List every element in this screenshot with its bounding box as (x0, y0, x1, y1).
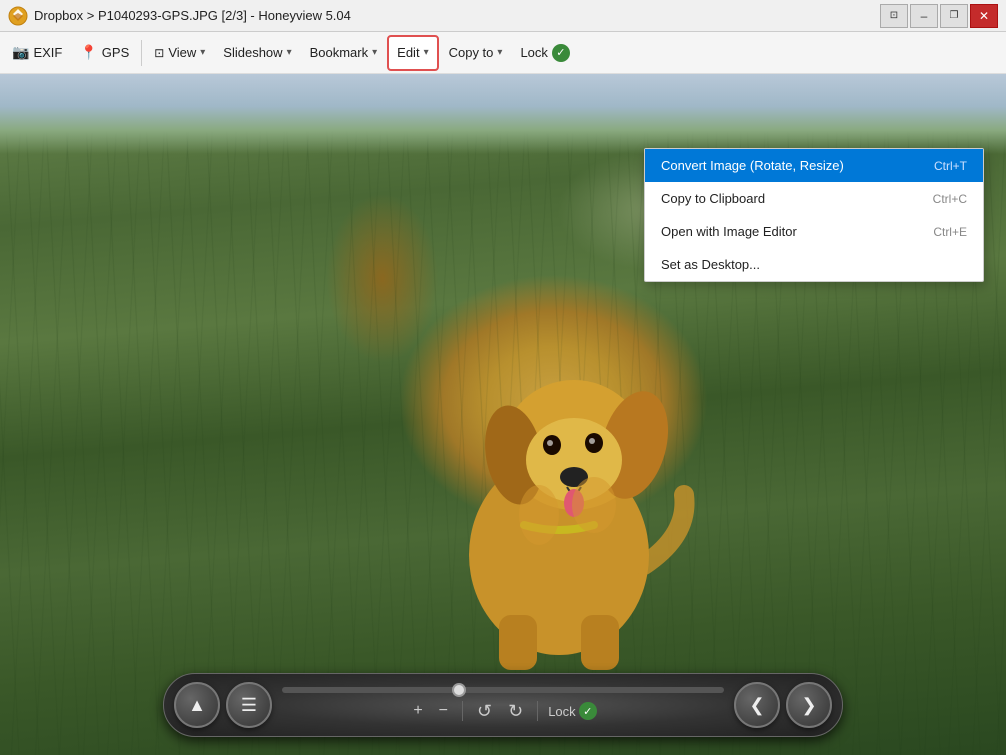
bookmark-label: Bookmark (310, 45, 369, 60)
menu-edit[interactable]: Edit ▾ (389, 37, 436, 69)
rotate-right-button[interactable]: ↻ (504, 699, 527, 724)
image-area: Convert Image (Rotate, Resize) Ctrl+T Co… (0, 74, 1006, 755)
view-icon: ⊡ (154, 46, 164, 60)
copy-clipboard-shortcut: Ctrl+C (933, 192, 967, 206)
restore-button[interactable]: ❐ (940, 4, 968, 28)
convert-shortcut: Ctrl+T (934, 159, 967, 173)
title-bar-controls: ⊡ – ❐ ✕ (880, 4, 998, 28)
menu-copyto[interactable]: Copy to ▾ (441, 37, 511, 69)
copyto-arrow-icon: ▾ (497, 47, 502, 58)
minimize-button[interactable]: – (910, 4, 938, 28)
lock-status: Lock ✓ (548, 702, 596, 720)
menu-view[interactable]: ⊡ View ▾ (146, 37, 213, 69)
zoom-in-button[interactable]: + (409, 700, 426, 722)
edit-arrow-icon: ▾ (424, 47, 429, 58)
copyto-label: Copy to (449, 45, 494, 60)
menu-bookmark[interactable]: Bookmark ▾ (302, 37, 386, 69)
set-desktop-label: Set as Desktop... (661, 257, 760, 272)
prev-icon: ❮ (749, 695, 764, 716)
menu-item-open-editor[interactable]: Open with Image Editor Ctrl+E (645, 215, 983, 248)
menu-slideshow[interactable]: Slideshow ▾ (215, 37, 299, 69)
zoom-slider-thumb[interactable] (452, 683, 466, 697)
toolbar-divider-1 (462, 701, 463, 721)
menu-gps[interactable]: 📍 GPS (72, 37, 137, 69)
slideshow-label: Slideshow (223, 45, 282, 60)
prev-button[interactable]: ❮ (734, 682, 780, 728)
next-button[interactable]: ❯ (786, 682, 832, 728)
toolbar-right-buttons: ❮ ❯ (734, 682, 832, 728)
toolbar-divider-2 (537, 701, 538, 721)
view-arrow-icon: ▾ (200, 47, 205, 58)
open-editor-label: Open with Image Editor (661, 224, 797, 239)
menu-item-convert[interactable]: Convert Image (Rotate, Resize) Ctrl+T (645, 149, 983, 182)
title-bar: Dropbox > P1040293-GPS.JPG [2/3] - Honey… (0, 0, 1006, 32)
menu-separator-1 (141, 40, 142, 66)
app-logo-icon (8, 6, 28, 26)
slideshow-arrow-icon: ▾ (287, 47, 292, 58)
dog-image-content (419, 315, 699, 675)
menu-item-copy-clipboard[interactable]: Copy to Clipboard Ctrl+C (645, 182, 983, 215)
convert-image-label: Convert Image (Rotate, Resize) (661, 158, 844, 173)
eject-icon: ▲ (188, 695, 206, 716)
eject-button[interactable]: ▲ (174, 682, 220, 728)
rotate-left-button[interactable]: ↺ (473, 699, 496, 724)
window-extras-icon[interactable]: ⊡ (880, 4, 908, 28)
next-icon: ❯ (801, 695, 816, 716)
lock-check-icon: ✓ (552, 44, 570, 62)
camera-icon: 📷 (12, 44, 29, 61)
edit-btn-wrapper: Edit ▾ (387, 35, 438, 71)
lock-check-icon: ✓ (579, 702, 597, 720)
toolbar-action-row: + − ↺ ↻ Lock ✓ (409, 699, 596, 724)
menu-bar: 📷 EXIF 📍 GPS ⊡ View ▾ Slideshow ▾ Bookma… (0, 32, 1006, 74)
menu-exif[interactable]: 📷 EXIF (4, 37, 70, 69)
edit-dropdown-menu: Convert Image (Rotate, Resize) Ctrl+T Co… (644, 148, 984, 282)
zoom-out-button[interactable]: − (435, 700, 452, 722)
edit-label: Edit (397, 45, 419, 60)
exif-label: EXIF (33, 45, 62, 60)
bookmark-arrow-icon: ▾ (372, 47, 377, 58)
open-editor-shortcut: Ctrl+E (933, 225, 967, 239)
menu-lock[interactable]: Lock ✓ (512, 37, 577, 69)
gps-label: GPS (102, 45, 129, 60)
lock-label: Lock (520, 45, 547, 60)
close-button[interactable]: ✕ (970, 4, 998, 28)
view-label: View (168, 45, 196, 60)
copy-clipboard-label: Copy to Clipboard (661, 191, 765, 206)
sky-area (0, 74, 1006, 154)
gps-pin-icon: 📍 (80, 44, 97, 61)
zoom-slider-area: + − ↺ ↻ Lock ✓ (282, 687, 724, 724)
title-bar-text: Dropbox > P1040293-GPS.JPG [2/3] - Honey… (34, 8, 351, 23)
menu-button[interactable]: ☰ (226, 682, 272, 728)
menu-item-set-desktop[interactable]: Set as Desktop... (645, 248, 983, 281)
title-bar-left: Dropbox > P1040293-GPS.JPG [2/3] - Honey… (8, 6, 351, 26)
lock-text: Lock (548, 704, 575, 719)
hamburger-icon: ☰ (241, 695, 257, 716)
zoom-slider-track[interactable] (282, 687, 724, 693)
bottom-toolbar: ▲ ☰ + − ↺ ↻ Lock ✓ (163, 673, 843, 737)
toolbar-left-buttons: ▲ ☰ (174, 682, 272, 728)
